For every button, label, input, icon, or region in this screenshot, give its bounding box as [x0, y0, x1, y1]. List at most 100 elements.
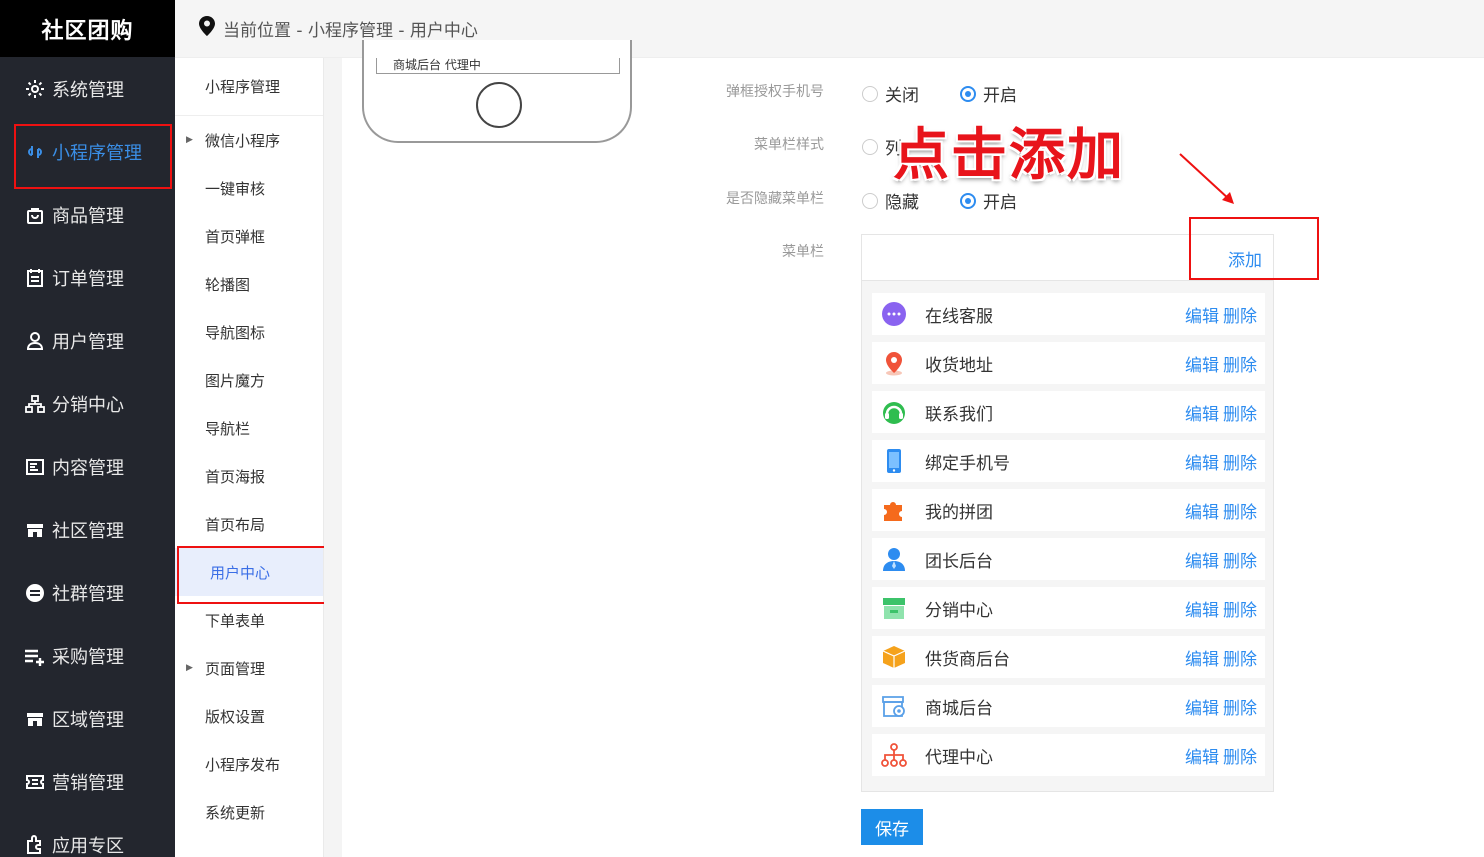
menu-item-row: 代理中心 编辑 删除 [872, 734, 1265, 776]
sidebar-item-label: 商品管理 [52, 205, 124, 227]
menu-item-label: 分销中心 [925, 600, 993, 621]
menu-item-label: 绑定手机号 [925, 453, 1010, 474]
menu-item-row: 供货商后台 编辑 删除 [872, 636, 1265, 678]
sidebar-item-label: 内容管理 [52, 457, 124, 479]
delete-button[interactable]: 删除 [1223, 694, 1257, 719]
sidebar-item-5[interactable]: 分销中心 [0, 372, 175, 435]
subnav-item-15[interactable]: 系统更新 [175, 788, 323, 836]
radio-circle-icon [862, 192, 878, 209]
subnav-item-label: 小程序发布 [205, 755, 281, 774]
menu-item-label: 我的拼团 [925, 502, 993, 523]
sidebar: 社区团购 系统管理 小程序管理 商品管理 订单管理 用户管理 分销中心 内容管理 社区管理 社群… [0, 0, 175, 857]
sidebar-item-0[interactable]: 系统管理 [0, 57, 175, 120]
mall-settings-icon [881, 693, 907, 719]
edit-button[interactable]: 编辑 [1185, 400, 1219, 425]
phone-preview: 商城后台 代理中 [362, 40, 632, 143]
auth-phone-off-radio[interactable]: 关闭 [862, 81, 919, 106]
edit-button[interactable]: 编辑 [1185, 498, 1219, 523]
subnav-item-2[interactable]: 一键审核 [175, 164, 323, 212]
subnav-item-13[interactable]: 版权设置 [175, 692, 323, 740]
delete-button[interactable]: 删除 [1223, 547, 1257, 572]
subnav-item-7[interactable]: 导航栏 [175, 404, 323, 452]
minus-circle-icon [24, 582, 46, 604]
network-icon [881, 742, 907, 768]
gear-icon [24, 78, 46, 100]
sidebar-item-7[interactable]: 社区管理 [0, 498, 175, 561]
edit-button[interactable]: 编辑 [1185, 351, 1219, 376]
edit-button[interactable]: 编辑 [1185, 302, 1219, 327]
sidebar-item-11[interactable]: 营销管理 [0, 750, 175, 813]
subnav-item-14[interactable]: 小程序发布 [175, 740, 323, 788]
delete-button[interactable]: 删除 [1223, 596, 1257, 621]
divider [324, 58, 342, 857]
phone-icon [881, 448, 907, 474]
subnav-item-0[interactable]: 小程序管理 [175, 58, 323, 116]
menu-label: 菜单栏 [782, 244, 824, 260]
menu-item-row: 我的拼团 编辑 删除 [872, 489, 1265, 531]
subnav-item-label: 轮播图 [205, 275, 251, 294]
sidebar-item-8[interactable]: 社群管理 [0, 561, 175, 624]
subnav-item-8[interactable]: 首页海报 [175, 452, 323, 500]
delete-button[interactable]: 删除 [1223, 302, 1257, 327]
sidebar-item-4[interactable]: 用户管理 [0, 309, 175, 372]
phone-home-button [476, 82, 522, 128]
sidebar-item-3[interactable]: 订单管理 [0, 246, 175, 309]
delete-button[interactable]: 删除 [1223, 743, 1257, 768]
menu-item-label: 商城后台 [925, 698, 993, 719]
subnav-item-1[interactable]: ▶ 微信小程序 [175, 116, 323, 164]
sidebar-item-9[interactable]: 采购管理 [0, 624, 175, 687]
menu-item-label: 联系我们 [925, 404, 993, 425]
ticket-icon [24, 771, 46, 793]
subnav-item-label: 首页弹框 [205, 227, 266, 246]
sidebar-item-label: 系统管理 [52, 79, 124, 101]
store-icon [24, 708, 46, 730]
subnav-item-10[interactable]: 用户中心 [175, 546, 332, 604]
edit-button[interactable]: 编辑 [1185, 449, 1219, 474]
delete-button[interactable]: 删除 [1223, 351, 1257, 376]
delete-button[interactable]: 删除 [1223, 498, 1257, 523]
edit-button[interactable]: 编辑 [1185, 596, 1219, 621]
edit-button[interactable]: 编辑 [1185, 743, 1219, 768]
subnav-item-6[interactable]: 图片魔方 [175, 356, 323, 404]
delete-button[interactable]: 删除 [1223, 400, 1257, 425]
save-button[interactable]: 保存 [861, 809, 923, 845]
subnav-item-label: 系统更新 [205, 803, 266, 822]
menu-item-row: 联系我们 编辑 删除 [872, 391, 1265, 433]
hide-menu-hide-radio[interactable]: 隐藏 [862, 188, 919, 213]
edit-button[interactable]: 编辑 [1185, 645, 1219, 670]
breadcrumb-text: 当前位置 - 小程序管理 - 用户中心 [223, 21, 478, 41]
subnav-item-3[interactable]: 首页弹框 [175, 212, 323, 260]
subnav-item-11[interactable]: 下单表单 [175, 596, 323, 644]
org-icon [24, 393, 46, 415]
sidebar-item-1[interactable]: 小程序管理 [0, 120, 175, 189]
menu-item-row: 在线客服 编辑 删除 [872, 293, 1265, 335]
edit-button[interactable]: 编辑 [1185, 694, 1219, 719]
menu-style-label: 菜单栏样式 [754, 137, 824, 153]
auth-phone-on-radio[interactable]: 开启 [960, 81, 1017, 106]
menu-item-row: 分销中心 编辑 删除 [872, 587, 1265, 629]
delete-button[interactable]: 删除 [1223, 449, 1257, 474]
subnav-item-label: 一键审核 [205, 179, 266, 198]
edit-button[interactable]: 编辑 [1185, 547, 1219, 572]
sidebar-item-6[interactable]: 内容管理 [0, 435, 175, 498]
sidebar-item-12[interactable]: 应用专区 [0, 813, 175, 857]
menu-item-label: 团长后台 [925, 551, 993, 572]
sidebar-item-label: 订单管理 [52, 268, 124, 290]
sidebar-item-2[interactable]: 商品管理 [0, 183, 175, 246]
subnav-item-9[interactable]: 首页布局 [175, 500, 323, 548]
caret-right-icon: ▶ [186, 135, 193, 145]
doc-icon [24, 456, 46, 478]
hide-menu-on-radio[interactable]: 开启 [960, 188, 1017, 213]
box-icon [881, 644, 907, 670]
subnav-item-label: 首页布局 [205, 515, 266, 534]
menu-list: 在线客服 编辑 删除 收货地址 编辑 删除 联系我们 编辑 删除 绑定手机号 编辑 删除 我的拼团 编辑删… [861, 280, 1274, 792]
subnav-item-5[interactable]: 导航图标 [175, 308, 323, 356]
subnav-item-4[interactable]: 轮播图 [175, 260, 323, 308]
sidebar-item-10[interactable]: 区域管理 [0, 687, 175, 750]
radio-checked-icon [960, 192, 976, 209]
subnav-item-label: 版权设置 [205, 707, 266, 726]
auth-phone-label: 弹框授权手机号 [726, 84, 824, 100]
sidebar-item-label: 采购管理 [52, 646, 124, 668]
delete-button[interactable]: 删除 [1223, 645, 1257, 670]
subnav-item-12[interactable]: ▶ 页面管理 [175, 644, 323, 692]
